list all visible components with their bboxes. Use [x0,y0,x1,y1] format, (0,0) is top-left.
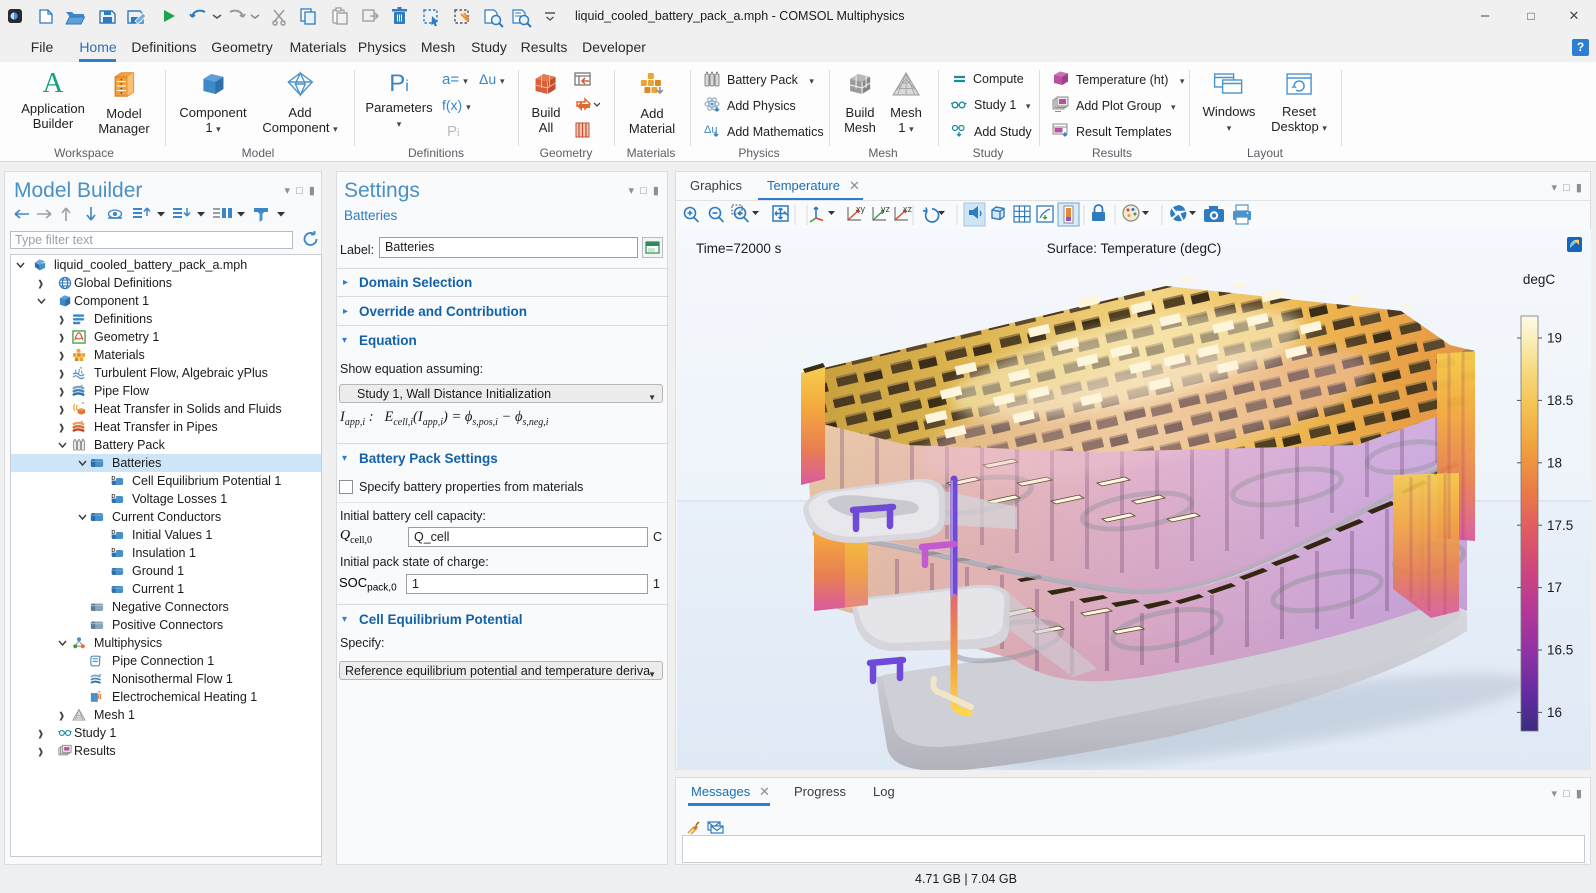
svg-text:*: * [81,438,84,446]
svg-text:17.5: 17.5 [1547,518,1573,533]
svg-text:D: D [111,548,115,554]
svg-text:*: * [80,384,83,392]
svg-text:*: * [99,656,102,663]
svg-text:xz: xz [903,204,913,214]
svg-text:*: * [80,420,83,428]
svg-text:D: D [111,476,115,482]
svg-text:Surface: Temperature (degC): Surface: Temperature (degC) [1047,241,1222,256]
svg-text:18: 18 [1547,456,1562,471]
svg-text:D: D [111,530,115,536]
svg-text:Time=72000 s: Time=72000 s [696,241,782,256]
svg-text:16.5: 16.5 [1547,643,1573,658]
svg-text:*: * [99,674,102,681]
svg-text:19: 19 [1547,331,1562,346]
svg-text:18.5: 18.5 [1547,393,1573,408]
svg-text:xy: xy [856,204,866,214]
svg-text:16: 16 [1547,705,1562,720]
svg-text:yz: yz [881,204,891,214]
svg-text:*: * [81,402,84,409]
svg-text:*: * [79,366,82,374]
svg-text:degC: degC [1523,272,1556,287]
svg-text:*: * [98,691,101,698]
svg-text:D: D [111,494,115,500]
svg-text:17: 17 [1547,580,1562,595]
